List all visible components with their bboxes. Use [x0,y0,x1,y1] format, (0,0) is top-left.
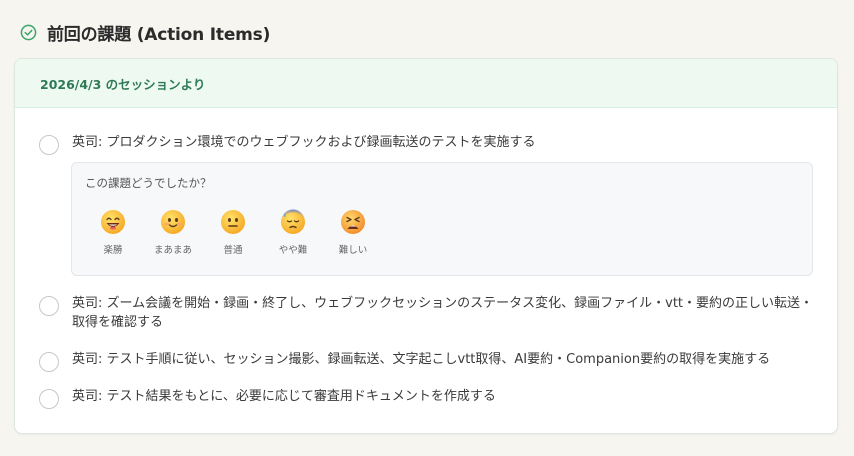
card-header: 2026/4/3 のセッションより [15,59,837,108]
session-date-label: 2026/4/3 のセッションより [40,76,206,92]
action-item-text: 英司: テスト結果をもとに、必要に応じて審査用ドキュメントを作成する [72,389,496,404]
action-item: 英司: テスト結果をもとに、必要に応じて審査用ドキュメントを作成する [39,387,813,409]
neutral-face-icon [221,210,245,234]
feedback-panel: この課題どうでしたか？ 楽勝 まあまあ 普通 やや難 難しい [71,162,813,276]
feedback-option-slightly-hard[interactable]: やや難 [272,209,314,256]
section-header: 前回の課題 (Action Items) [20,20,270,45]
tired-face-icon [341,210,365,234]
item-radio[interactable] [39,296,59,316]
feedback-option-label: やや難 [278,245,308,256]
item-radio[interactable] [39,135,59,155]
feedback-option-hard[interactable]: 難しい [332,209,374,256]
grinning-face-icon [101,210,125,234]
action-item-text: 英司: ズーム会議を開始・録画・終了し、ウェブフックセッションのステータス変化、… [72,296,814,330]
action-item-text: 英司: プロダクション環境でのウェブフックおよび録画転送のテストを実施する [72,135,536,150]
feedback-option-label: 難しい [338,245,368,256]
action-item: 英司: テスト手順に従い、セッション撮影、録画転送、文字起こしvtt取得、AI要… [39,350,813,372]
feedback-option-easy[interactable]: 楽勝 [92,209,134,256]
item-radio[interactable] [39,389,59,409]
item-radio[interactable] [39,352,59,372]
action-item: 英司: ズーム会議を開始・録画・終了し、ウェブフックセッションのステータス変化、… [39,294,813,332]
feedback-option-label: 楽勝 [103,245,123,256]
action-items-card: 2026/4/3 のセッションより 英司: プロダクション環境でのウェブフックお… [14,58,838,434]
downcast-sweat-face-icon [281,209,305,234]
slightly-smiling-face-icon [161,210,185,234]
feedback-question: この課題どうでしたか？ [85,176,212,190]
feedback-option-normal[interactable]: 普通 [212,209,254,256]
feedback-option-label: まあまあ [153,245,192,256]
feedback-options: 楽勝 まあまあ 普通 やや難 難しい [92,209,374,256]
action-item-text: 英司: テスト手順に従い、セッション撮影、録画転送、文字起こしvtt取得、AI要… [72,352,771,367]
check-circle-icon [20,24,37,41]
feedback-option-label: 普通 [223,245,243,256]
action-item: 英司: プロダクション環境でのウェブフックおよび録画転送のテストを実施する [39,133,813,155]
feedback-option-okay[interactable]: まあまあ [152,209,194,256]
section-title: 前回の課題 (Action Items) [47,25,271,45]
